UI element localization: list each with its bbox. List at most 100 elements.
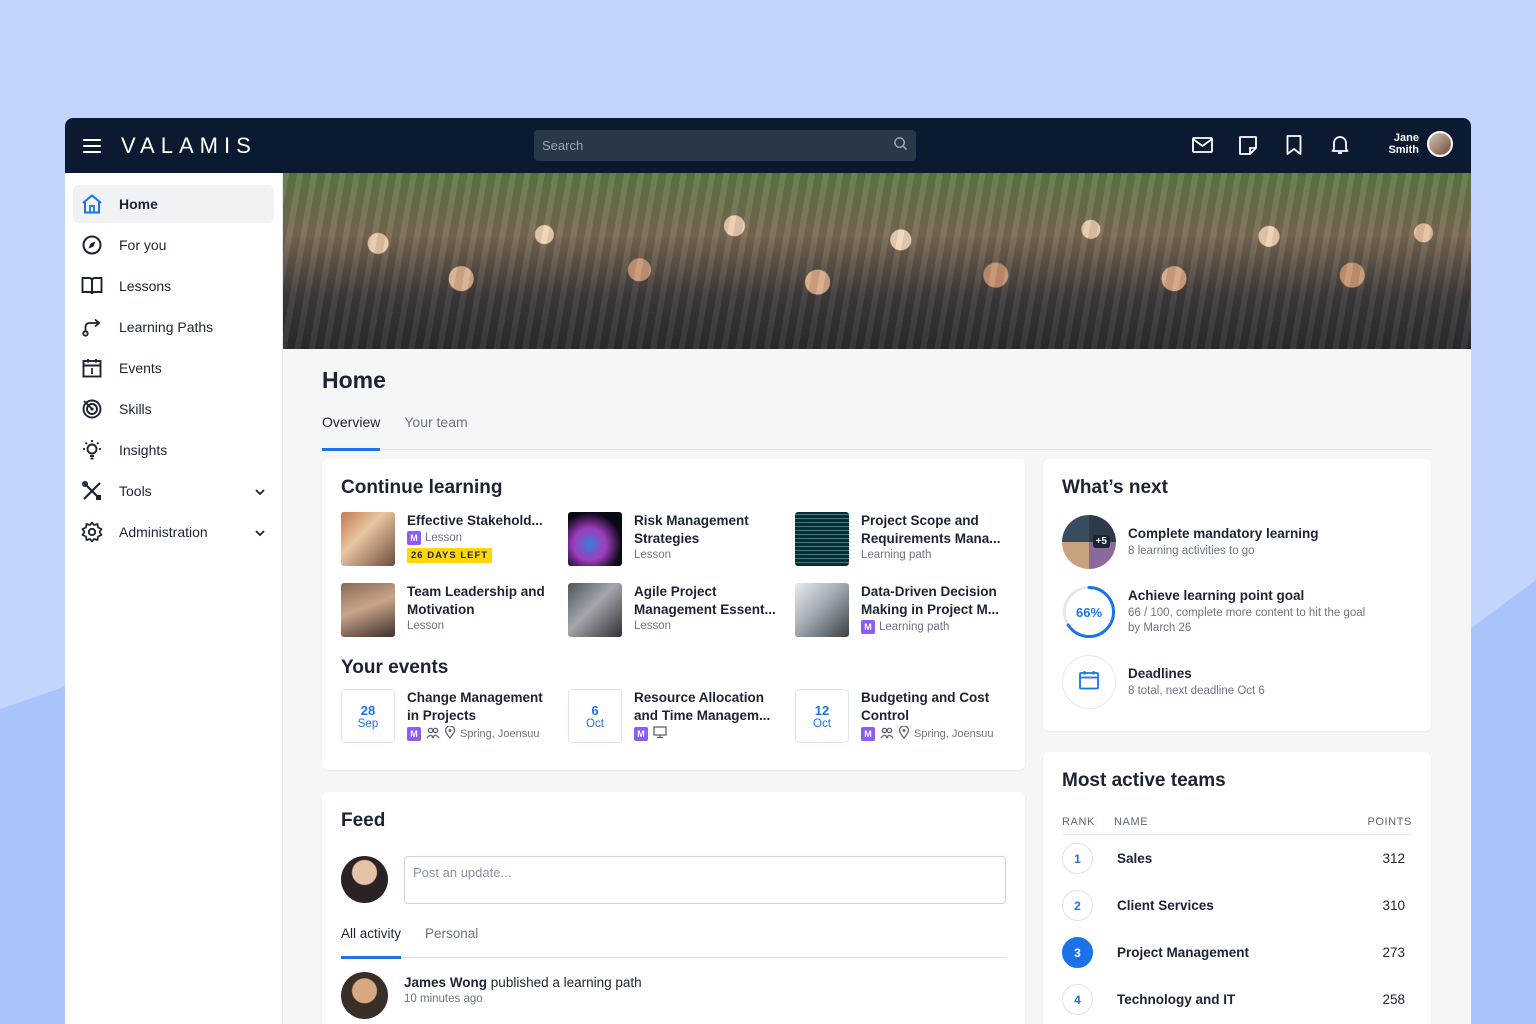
sidebar-item-label: Insights: [119, 442, 168, 458]
event-item[interactable]: 12 Oct Budgeting and Cost Control M Sprin…: [795, 689, 1012, 745]
user-menu[interactable]: Jane Smith: [1385, 131, 1453, 157]
sidebar-item-label: Skills: [119, 401, 152, 417]
whats-next-item[interactable]: 66% Achieve learning point goal 66 / 100…: [1062, 585, 1412, 639]
learning-item-type: Lesson: [634, 620, 672, 632]
search-icon[interactable]: [893, 136, 908, 156]
note-icon[interactable]: [1237, 134, 1259, 156]
bell-icon[interactable]: [1329, 134, 1351, 156]
book-icon: [81, 275, 103, 297]
event-item[interactable]: 6 Oct Resource Allocation and Time Manage…: [568, 689, 785, 745]
sidebar-item-label: Learning Paths: [119, 319, 214, 335]
event-month: Oct: [813, 717, 831, 730]
avatar[interactable]: [1427, 131, 1453, 157]
activity-user[interactable]: James Wong: [404, 975, 487, 990]
mandatory-badge: M: [407, 531, 421, 545]
activity-item[interactable]: James Wong published a learning path 10 …: [341, 972, 1006, 1019]
post-update-input[interactable]: [404, 856, 1006, 904]
chevron-down-icon[interactable]: [254, 485, 266, 497]
learning-item[interactable]: Project Scope and Requirements Mana... L…: [795, 512, 1012, 570]
mail-icon[interactable]: [1191, 134, 1213, 156]
event-day: 6: [591, 702, 599, 718]
learning-item-title: Team Leadership and Motivation: [407, 584, 545, 617]
event-day: 12: [814, 702, 830, 718]
deadline-badge: 26 DAYS LEFT: [407, 548, 493, 563]
sidebar-item-lessons[interactable]: Lessons: [73, 267, 274, 305]
team-points: 258: [1382, 992, 1405, 1007]
lightbulb-icon: [81, 439, 103, 461]
sidebar-item-label: Lessons: [119, 278, 172, 294]
mandatory-badge: M: [407, 727, 421, 741]
user-first-name: Jane: [1393, 132, 1419, 144]
event-item[interactable]: 28 Sep Change Management in Projects M Sp…: [341, 689, 558, 745]
tab-your-team[interactable]: Your team: [404, 410, 467, 450]
sidebar-item-administration[interactable]: Administration: [73, 513, 274, 551]
learning-item-type: Learning path: [861, 549, 932, 561]
search-bar[interactable]: [534, 130, 916, 161]
sidebar-item-tools[interactable]: Tools: [73, 472, 274, 510]
column-points: POINTS: [1367, 816, 1412, 828]
location-icon: [444, 725, 456, 742]
sidebar-item-events[interactable]: Events: [73, 349, 274, 387]
app-window: VALAMIS Jane Smith: [65, 118, 1471, 1024]
whats-next-subtitle: 8 learning activities to go: [1128, 544, 1255, 557]
table-row[interactable]: 2 Client Services 310: [1062, 882, 1412, 929]
feed-tabs: All activity Personal: [341, 924, 1006, 959]
learning-item-title: Agile Project Management Essent...: [634, 584, 776, 617]
sidebar-item-skills[interactable]: Skills: [73, 390, 274, 428]
chevron-down-icon[interactable]: [254, 526, 266, 538]
learning-item[interactable]: Team Leadership and Motivation Lesson: [341, 583, 558, 641]
sidebar-item-insights[interactable]: Insights: [73, 431, 274, 469]
sidebar-item-label: Events: [119, 360, 162, 376]
page-title: Home: [322, 367, 386, 393]
sidebar-item-label: Home: [119, 196, 158, 212]
learning-item[interactable]: Effective Stakehold... M Lesson 26 DAYS L…: [341, 512, 558, 570]
whats-next-item[interactable]: Deadlines 8 total, next deadline Oct 6: [1062, 655, 1412, 709]
tab-overview[interactable]: Overview: [322, 410, 381, 451]
events-list: 28 Sep Change Management in Projects M Sp…: [341, 679, 1006, 745]
table-row[interactable]: 3 Project Management 273: [1062, 929, 1412, 976]
learning-item[interactable]: Agile Project Management Essent... Lesso…: [568, 583, 785, 641]
learning-item[interactable]: Data-Driven Decision Making in Project M…: [795, 583, 1012, 641]
learning-item-type: Lesson: [425, 532, 463, 544]
event-day: 28: [360, 702, 376, 718]
bookmark-icon[interactable]: [1283, 134, 1305, 156]
top-icons: [1191, 134, 1351, 156]
learning-item-title: Data-Driven Decision Making in Project M…: [861, 584, 1000, 617]
learning-item-title: Project Scope and Requirements Mana...: [861, 513, 1001, 546]
app-logo[interactable]: VALAMIS: [121, 133, 257, 159]
learning-item-type: Lesson: [407, 620, 445, 632]
user-last-name: Smith: [1388, 144, 1419, 156]
rank-badge: 1: [1062, 843, 1093, 874]
lesson-thumbnail: [795, 512, 849, 566]
column-rank: RANK: [1062, 816, 1095, 828]
tab-all-activity[interactable]: All activity: [341, 924, 402, 959]
sidebar-item-for-you[interactable]: For you: [73, 226, 274, 264]
most-active-teams-card: Most active teams RANK NAME POINTS 1 Sal…: [1043, 752, 1431, 1024]
learning-item-type: Lesson: [634, 549, 672, 561]
post-composer: [341, 856, 1006, 904]
learning-item-title: Risk Management Strategies: [634, 513, 749, 546]
rank-badge: 2: [1062, 890, 1093, 921]
whats-next-item[interactable]: +5 Complete mandatory learning 8 learnin…: [1062, 515, 1412, 569]
table-row[interactable]: 4 Technology and IT 258: [1062, 976, 1412, 1023]
sidebar-item-learning-paths[interactable]: Learning Paths: [73, 308, 274, 346]
tab-personal[interactable]: Personal: [425, 924, 478, 958]
sidebar-item-home[interactable]: Home: [73, 185, 274, 223]
activities-collage: +5: [1062, 515, 1116, 569]
table-row[interactable]: 1 Sales 312: [1062, 835, 1412, 882]
home-icon: [81, 193, 103, 215]
teams-table-header: RANK NAME POINTS: [1062, 816, 1412, 835]
section-title: Your events: [341, 657, 449, 678]
learning-item[interactable]: Risk Management Strategies Lesson: [568, 512, 785, 570]
main-content: Home Overview Your team Continue learnin…: [283, 349, 1471, 1024]
search-input[interactable]: [542, 138, 893, 153]
learning-item-title: Effective Stakehold...: [407, 513, 543, 528]
feed-card: Feed All activity Personal James Wong pu…: [322, 792, 1025, 1024]
event-date: 28 Sep: [341, 689, 395, 743]
event-location: Spring, Joensuu: [460, 728, 540, 740]
menu-icon[interactable]: [83, 138, 101, 153]
whats-next-title: Deadlines: [1128, 665, 1192, 681]
mandatory-badge: M: [861, 620, 875, 634]
mandatory-badge: M: [861, 727, 875, 741]
team-name: Technology and IT: [1117, 992, 1236, 1007]
